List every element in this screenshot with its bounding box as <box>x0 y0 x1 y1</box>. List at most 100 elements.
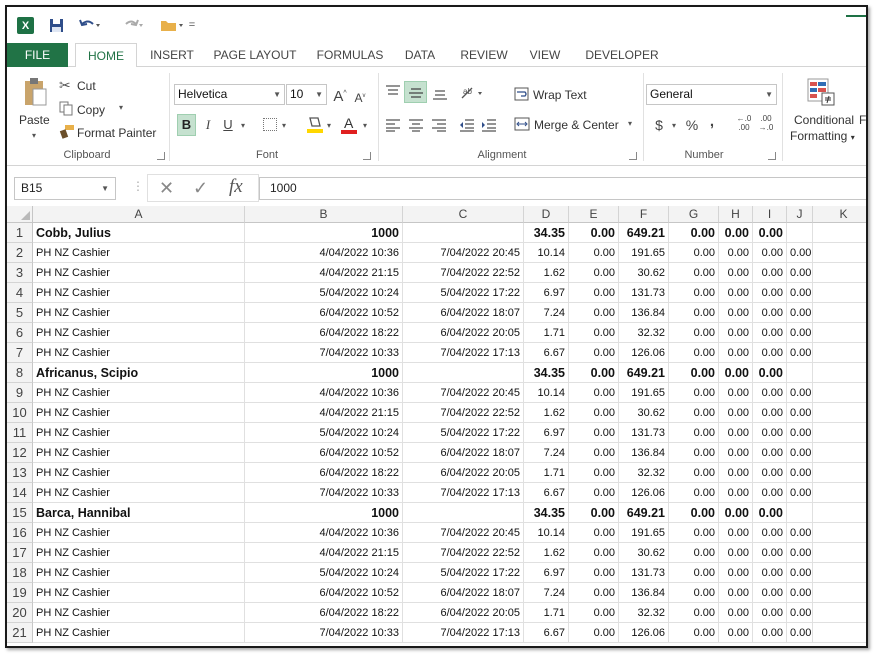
cell-d21[interactable]: 6.67 <box>524 623 569 643</box>
cell-j7[interactable]: 0.00 <box>787 343 813 363</box>
cell-e15[interactable]: 0.00 <box>569 503 619 523</box>
cell-j9[interactable]: 0.00 <box>787 383 813 403</box>
format-as-table-partial-label[interactable]: Fo <box>859 113 866 127</box>
tab-page-layout[interactable]: PAGE LAYOUT <box>207 43 303 67</box>
cell-e14[interactable]: 0.00 <box>569 483 619 503</box>
row-header[interactable]: 12 <box>7 443 33 463</box>
row-header[interactable]: 6 <box>7 323 33 343</box>
cell-i2[interactable]: 0.00 <box>753 243 787 263</box>
cell-c18[interactable]: 5/04/2022 17:22 <box>403 563 524 583</box>
cell-k1[interactable] <box>813 223 866 243</box>
row-header[interactable]: 11 <box>7 423 33 443</box>
cell-c14[interactable]: 7/04/2022 17:13 <box>403 483 524 503</box>
open-folder-icon[interactable] <box>159 16 185 34</box>
cell-i18[interactable]: 0.00 <box>753 563 787 583</box>
cell-a7[interactable]: PH NZ Cashier <box>33 343 245 363</box>
cell-a2[interactable]: PH NZ Cashier <box>33 243 245 263</box>
align-top-icon[interactable] <box>385 85 401 99</box>
cell-e18[interactable]: 0.00 <box>569 563 619 583</box>
cell-b15[interactable]: 1000 <box>245 503 403 523</box>
underline-button[interactable]: U <box>220 116 236 134</box>
cell-f3[interactable]: 30.62 <box>619 263 669 283</box>
cell-k15[interactable] <box>813 503 866 523</box>
cell-b18[interactable]: 5/04/2022 10:24 <box>245 563 403 583</box>
cell-e17[interactable]: 0.00 <box>569 543 619 563</box>
cell-a21[interactable]: PH NZ Cashier <box>33 623 245 643</box>
cell-e8[interactable]: 0.00 <box>569 363 619 383</box>
cell-i9[interactable]: 0.00 <box>753 383 787 403</box>
cell-a16[interactable]: PH NZ Cashier <box>33 523 245 543</box>
cell-g17[interactable]: 0.00 <box>669 543 719 563</box>
align-center-icon[interactable] <box>408 118 424 132</box>
cell-h14[interactable]: 0.00 <box>719 483 753 503</box>
alignment-launcher-icon[interactable] <box>629 152 637 160</box>
cell-b1[interactable]: 1000 <box>245 223 403 243</box>
shrink-font-button[interactable]: Av <box>353 87 367 107</box>
cell-c16[interactable]: 7/04/2022 20:45 <box>403 523 524 543</box>
cell-k19[interactable] <box>813 583 866 603</box>
cell-e19[interactable]: 0.00 <box>569 583 619 603</box>
row-header[interactable]: 16 <box>7 523 33 543</box>
row-header[interactable]: 15 <box>7 503 33 523</box>
cell-j21[interactable]: 0.00 <box>787 623 813 643</box>
cell-j2[interactable]: 0.00 <box>787 243 813 263</box>
cell-h2[interactable]: 0.00 <box>719 243 753 263</box>
cell-h21[interactable]: 0.00 <box>719 623 753 643</box>
cell-d20[interactable]: 1.71 <box>524 603 569 623</box>
tab-review[interactable]: REVIEW <box>454 43 514 67</box>
cell-i7[interactable]: 0.00 <box>753 343 787 363</box>
cell-j4[interactable]: 0.00 <box>787 283 813 303</box>
cell-h5[interactable]: 0.00 <box>719 303 753 323</box>
cell-h7[interactable]: 0.00 <box>719 343 753 363</box>
save-icon[interactable] <box>47 16 65 34</box>
column-header-j[interactable]: J <box>787 206 813 223</box>
fill-color-button[interactable] <box>307 115 323 135</box>
cell-h4[interactable]: 0.00 <box>719 283 753 303</box>
font-color-dropdown-icon[interactable]: ▾ <box>360 117 370 135</box>
align-right-icon[interactable] <box>431 118 447 132</box>
font-name-combo[interactable]: Helvetica ▼ <box>174 84 285 105</box>
increase-decimal-button[interactable]: ←.0 .00 <box>735 114 753 132</box>
cell-d3[interactable]: 1.62 <box>524 263 569 283</box>
cell-g20[interactable]: 0.00 <box>669 603 719 623</box>
cell-c2[interactable]: 7/04/2022 20:45 <box>403 243 524 263</box>
cell-j3[interactable]: 0.00 <box>787 263 813 283</box>
cell-c6[interactable]: 6/04/2022 20:05 <box>403 323 524 343</box>
cell-f13[interactable]: 32.32 <box>619 463 669 483</box>
cell-a9[interactable]: PH NZ Cashier <box>33 383 245 403</box>
cell-c7[interactable]: 7/04/2022 17:13 <box>403 343 524 363</box>
cell-j16[interactable]: 0.00 <box>787 523 813 543</box>
cell-b8[interactable]: 1000 <box>245 363 403 383</box>
cell-h12[interactable]: 0.00 <box>719 443 753 463</box>
cell-c21[interactable]: 7/04/2022 17:13 <box>403 623 524 643</box>
cell-b17[interactable]: 4/04/2022 21:15 <box>245 543 403 563</box>
increase-indent-icon[interactable] <box>481 118 497 132</box>
decrease-indent-icon[interactable] <box>459 118 475 132</box>
cell-c17[interactable]: 7/04/2022 22:52 <box>403 543 524 563</box>
cell-e6[interactable]: 0.00 <box>569 323 619 343</box>
cell-k14[interactable] <box>813 483 866 503</box>
wrap-text-button[interactable]: Wrap Text <box>514 85 594 103</box>
cell-i11[interactable]: 0.00 <box>753 423 787 443</box>
cell-h15[interactable]: 0.00 <box>719 503 753 523</box>
worksheet-grid[interactable]: A B C D E F G H I J K 1 Cobb, Julius 1000 34.35 0.00 649… <box>7 206 866 646</box>
cell-b14[interactable]: 7/04/2022 10:33 <box>245 483 403 503</box>
formula-input[interactable]: 1000 <box>259 177 866 200</box>
cell-f8[interactable]: 649.21 <box>619 363 669 383</box>
cell-i17[interactable]: 0.00 <box>753 543 787 563</box>
tab-insert[interactable]: INSERT <box>143 43 201 67</box>
align-middle-button[interactable] <box>404 81 427 103</box>
cell-k12[interactable] <box>813 443 866 463</box>
cell-h9[interactable]: 0.00 <box>719 383 753 403</box>
cell-a12[interactable]: PH NZ Cashier <box>33 443 245 463</box>
cell-d15[interactable]: 34.35 <box>524 503 569 523</box>
cell-i21[interactable]: 0.00 <box>753 623 787 643</box>
cell-g10[interactable]: 0.00 <box>669 403 719 423</box>
cell-g7[interactable]: 0.00 <box>669 343 719 363</box>
cell-e9[interactable]: 0.00 <box>569 383 619 403</box>
cell-g4[interactable]: 0.00 <box>669 283 719 303</box>
cell-h11[interactable]: 0.00 <box>719 423 753 443</box>
cell-j15[interactable] <box>787 503 813 523</box>
cell-i10[interactable]: 0.00 <box>753 403 787 423</box>
font-color-button[interactable]: A <box>341 115 359 135</box>
